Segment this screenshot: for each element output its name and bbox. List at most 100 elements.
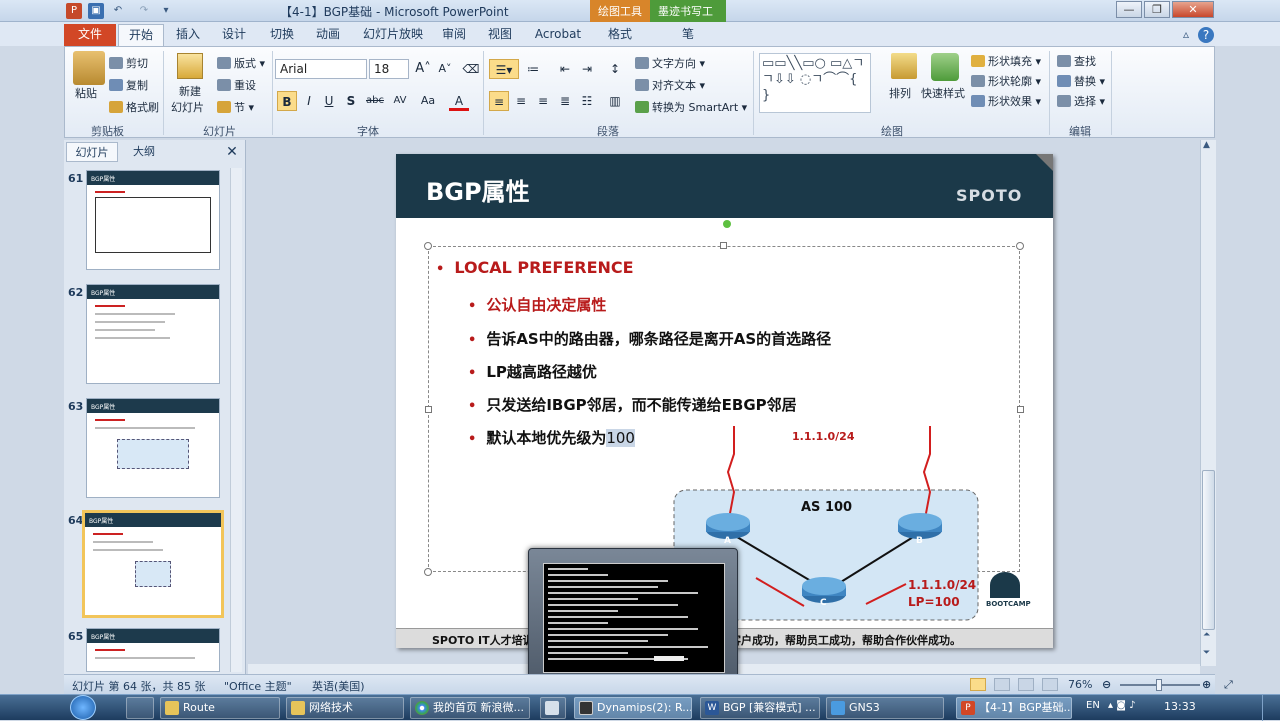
increase-indent-icon[interactable]: ⇥ [577, 59, 597, 79]
slide-thumbnail[interactable]: BGP属性 [86, 284, 220, 384]
resize-handle[interactable] [1017, 406, 1024, 413]
zoom-in-icon[interactable]: ⊕ [1202, 678, 1211, 691]
justify-icon[interactable]: ≣ [555, 91, 575, 111]
scroll-up-icon[interactable]: ▲ [1203, 140, 1210, 150]
tab-file[interactable]: 文件 [64, 24, 116, 46]
shape-effects-button[interactable]: 形状效果 ▾ [971, 93, 1041, 109]
align-text-button[interactable]: 对齐文本 ▾ [635, 77, 705, 93]
tab-transitions[interactable]: 切换 [262, 24, 302, 46]
strikethrough-button[interactable]: abc [363, 91, 387, 111]
undo-icon[interactable]: ↶ [110, 3, 126, 19]
cut-button[interactable]: 剪切 [109, 55, 148, 71]
clock[interactable]: 13:33 [1164, 700, 1196, 713]
zoom-out-icon[interactable]: ⊖ [1102, 678, 1111, 691]
resize-handle[interactable] [425, 406, 432, 413]
resize-handle[interactable] [720, 242, 727, 249]
start-button[interactable] [70, 695, 96, 720]
taskbar-item-notepad[interactable] [540, 697, 566, 719]
quick-styles-button[interactable]: 快速样式 [921, 85, 965, 101]
next-slide-icon[interactable]: ⏷ [1203, 648, 1210, 658]
fit-to-window-icon[interactable]: ⤢ [1224, 678, 1233, 692]
quick-styles-icon[interactable] [931, 53, 959, 81]
tab-outline[interactable]: 大纲 [120, 142, 168, 162]
align-left-icon[interactable]: ≡ [489, 91, 509, 111]
zoom-level[interactable]: 76% [1068, 678, 1092, 691]
taskbar-item-gns3[interactable]: GNS3 [826, 697, 944, 719]
tab-review[interactable]: 审阅 [436, 24, 472, 46]
char-spacing-button[interactable]: AV [389, 91, 411, 111]
arrange-button[interactable]: 排列 [889, 85, 911, 101]
decrease-indent-icon[interactable]: ⇤ [555, 59, 575, 79]
line-spacing-icon[interactable]: ↕ [605, 59, 625, 79]
shape-outline-button[interactable]: 形状轮廓 ▾ [971, 73, 1041, 89]
underline-button[interactable]: U [319, 91, 339, 111]
slideshow-icon[interactable] [1042, 678, 1058, 691]
taskbar-item-network[interactable]: 网络技术 [286, 697, 404, 719]
show-desktop-icon[interactable] [126, 697, 154, 719]
previous-slide-icon[interactable]: ⏶ [1203, 630, 1210, 640]
tab-design[interactable]: 设计 [214, 24, 254, 46]
change-case-button[interactable]: Aa [417, 91, 439, 111]
italic-button[interactable]: I [299, 91, 319, 111]
tab-slides[interactable]: 幻灯片 [66, 142, 118, 162]
paste-icon[interactable] [73, 51, 105, 85]
tab-home[interactable]: 开始 [118, 24, 164, 46]
restore-button[interactable]: ❐ [1144, 1, 1170, 18]
arrange-icon[interactable] [891, 53, 917, 79]
tab-pen[interactable]: 笔 [664, 24, 712, 46]
language-status[interactable]: 英语(美国) [312, 678, 365, 694]
slide-thumbnail[interactable]: BGP属性 [86, 398, 220, 498]
minimize-button[interactable]: — [1116, 1, 1142, 18]
resize-handle[interactable] [1016, 242, 1024, 250]
tab-format[interactable]: 格式 [598, 24, 642, 46]
close-panel-icon[interactable]: ✕ [224, 142, 240, 162]
select-button[interactable]: 选择 ▾ [1057, 93, 1105, 109]
taskbar-item-dynamips[interactable]: Dynamips(2): R... [574, 697, 692, 719]
paste-button[interactable]: 粘贴 [75, 85, 97, 101]
align-right-icon[interactable]: ≡ [533, 91, 553, 111]
minimize-ribbon-icon[interactable]: ▵ [1178, 24, 1194, 46]
slide-thumbnail[interactable]: BGP属性 [86, 170, 220, 270]
distributed-icon[interactable]: ☷ [577, 91, 597, 111]
normal-view-icon[interactable] [970, 678, 986, 691]
reading-view-icon[interactable] [1018, 678, 1034, 691]
tab-animations[interactable]: 动画 [308, 24, 348, 46]
columns-icon[interactable]: ▥ [605, 91, 625, 111]
taskbar-item-route[interactable]: Route [160, 697, 280, 719]
text-direction-button[interactable]: 文字方向 ▾ [635, 55, 705, 71]
grow-font-icon[interactable]: A˄ [413, 59, 433, 79]
format-painter-button[interactable]: 格式刷 [109, 99, 159, 115]
theme-status[interactable]: "Office 主题" [224, 678, 292, 694]
copy-button[interactable]: 复制 [109, 77, 148, 93]
close-button[interactable]: ✕ [1172, 1, 1214, 18]
numbering-icon[interactable]: ≔ [523, 59, 543, 79]
new-slide-label-line2[interactable]: 幻灯片 [171, 99, 204, 115]
font-size-combo[interactable]: 18 [369, 59, 409, 79]
taskbar-item-browser[interactable]: 我的首页 新浪微... [410, 697, 530, 719]
font-color-button[interactable]: A [449, 91, 469, 111]
slide-thumbnail-selected[interactable]: BGP属性 [82, 510, 224, 618]
align-center-icon[interactable]: ≡ [511, 91, 531, 111]
new-slide-icon[interactable] [177, 53, 203, 79]
shape-fill-button[interactable]: 形状填充 ▾ [971, 53, 1041, 69]
smartart-button[interactable]: 转换为 SmartArt ▾ [635, 99, 747, 115]
scroll-thumb[interactable] [1202, 470, 1215, 630]
tab-view[interactable]: 视图 [482, 24, 518, 46]
replace-button[interactable]: 替换 ▾ [1057, 73, 1105, 89]
layout-button[interactable]: 版式 ▾ [217, 55, 265, 71]
reset-button[interactable]: 重设 [217, 77, 256, 93]
tab-insert[interactable]: 插入 [168, 24, 208, 46]
slide-sorter-icon[interactable] [994, 678, 1010, 691]
resize-handle[interactable] [424, 568, 432, 576]
help-icon[interactable]: ? [1198, 27, 1214, 43]
zoom-slider-thumb[interactable] [1156, 679, 1162, 691]
save-icon[interactable]: ▣ [88, 3, 104, 19]
customize-qat-icon[interactable]: ▾ [158, 3, 174, 19]
vertical-scrollbar[interactable]: ▲ ⏶ ⏷ [1200, 140, 1216, 666]
show-desktop-button[interactable] [1262, 695, 1280, 721]
shrink-font-icon[interactable]: A˅ [435, 59, 455, 79]
clear-format-icon[interactable]: ⌫ [461, 59, 481, 79]
taskbar-item-powerpoint[interactable]: P 【4-1】BGP基础... [956, 697, 1072, 719]
powerpoint-app-icon[interactable]: P [66, 3, 82, 19]
taskbar-item-word[interactable]: W BGP [兼容模式] ... [700, 697, 820, 719]
